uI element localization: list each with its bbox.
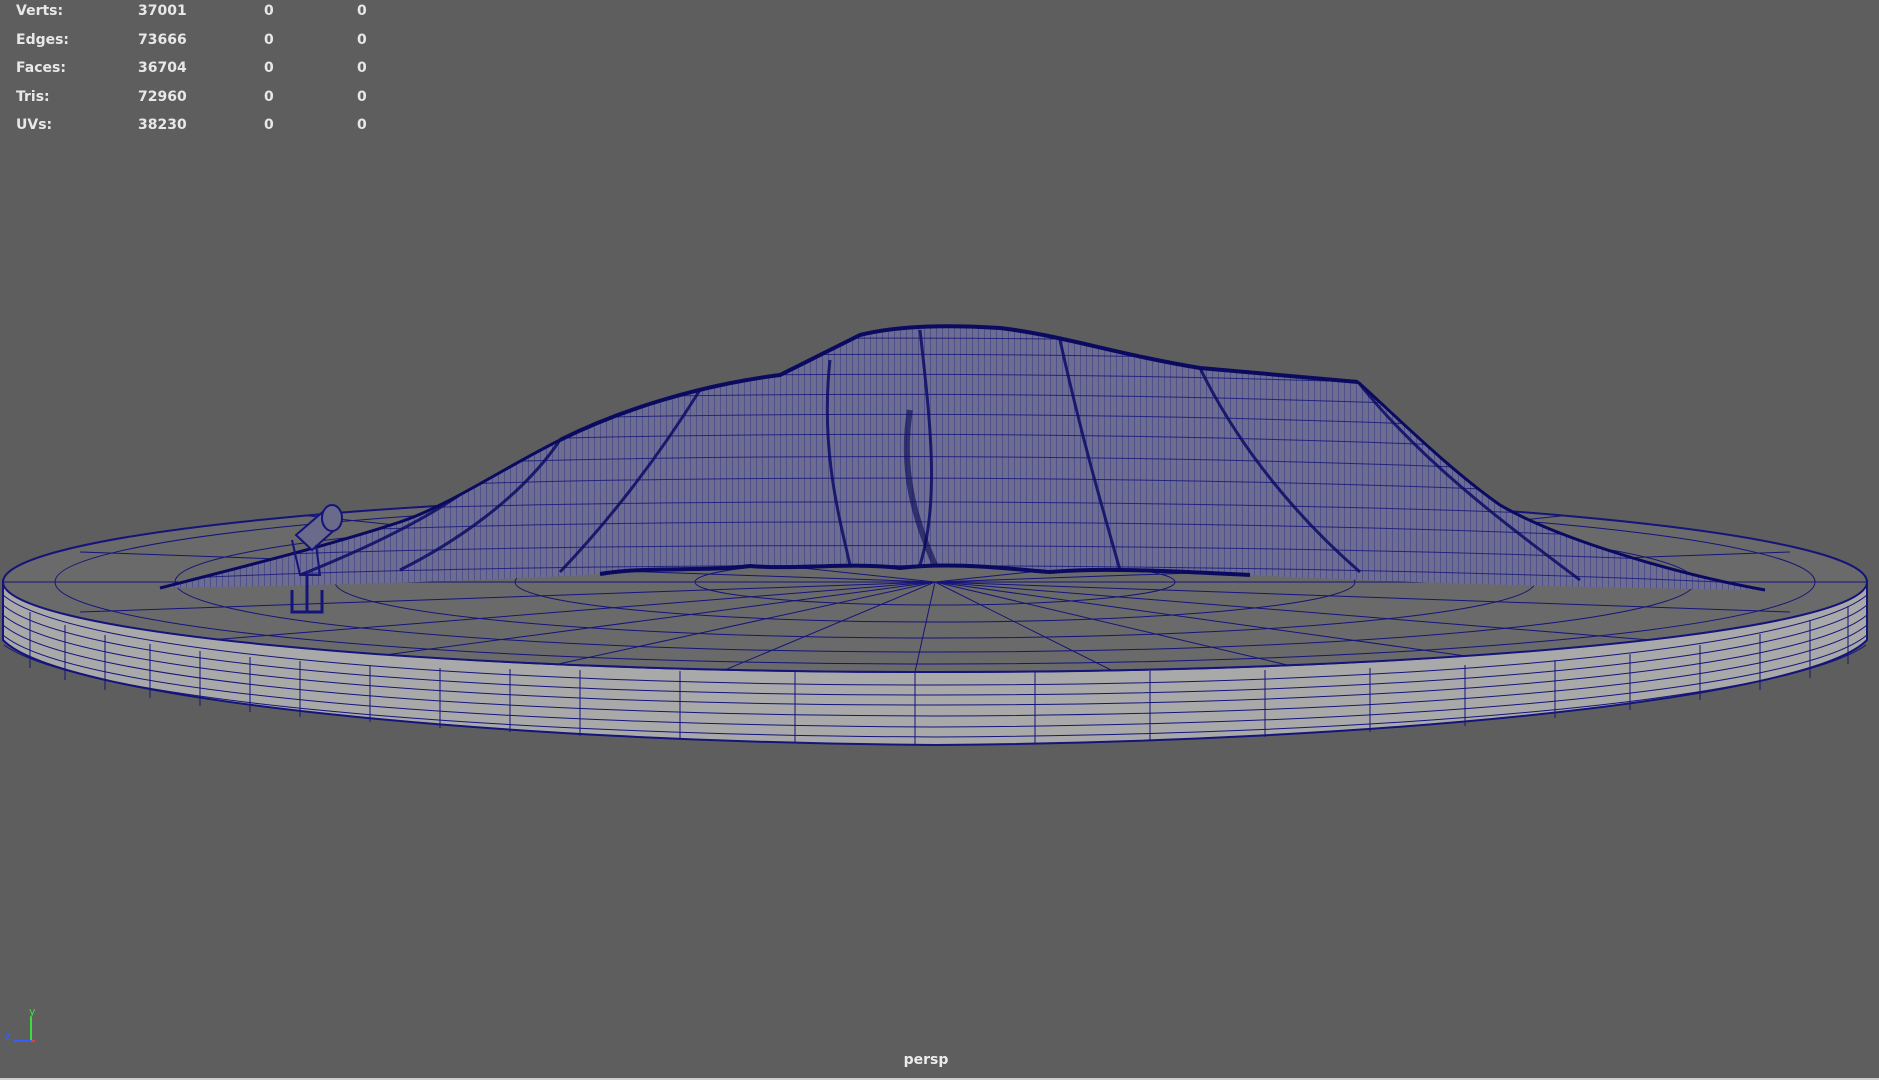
hud-row: Verts: 37001 0 0: [16, 3, 376, 32]
hud-selected-value: 0: [264, 117, 274, 134]
hud-total-value: 36704: [138, 60, 187, 77]
hud-label: Tris:: [16, 88, 50, 105]
poly-count-hud: Verts: 37001 0 0 Edges: 73666 0 0 Faces: 36704 0 0 T…: [16, 3, 376, 146]
hud-total-value: 38230: [138, 117, 187, 134]
hud-selected-alt-value: 0: [357, 3, 367, 19]
hud-row: UVs: 38230 0 0: [16, 117, 376, 146]
hud-label: Edges:: [16, 31, 70, 48]
perspective-viewport[interactable]: Verts: 37001 0 0 Edges: 73666 0 0 Faces: 36704 0 0 T…: [0, 0, 1879, 1080]
y-axis-label: y: [29, 1005, 36, 1018]
hud-selected-alt-value: 0: [357, 117, 367, 134]
hud-label: Faces:: [16, 60, 66, 77]
hud-total-value: 72960: [138, 88, 187, 105]
hud-row: Edges: 73666 0 0: [16, 32, 376, 61]
hud-row: Tris: 72960 0 0: [16, 89, 376, 118]
hud-selected-alt-value: 0: [357, 88, 367, 105]
camera-name-label: persp: [903, 1052, 949, 1068]
hud-selected-value: 0: [264, 60, 274, 77]
hud-selected-alt-value: 0: [357, 31, 367, 48]
hud-selected-value: 0: [264, 3, 274, 19]
axis-gizmo: y z: [5, 1005, 36, 1043]
hud-row: Faces: 36704 0 0: [16, 60, 376, 89]
hud-total-value: 73666: [138, 31, 187, 48]
z-axis-label: z: [5, 1030, 11, 1043]
hud-selected-alt-value: 0: [357, 60, 367, 77]
hud-label: Verts:: [16, 3, 64, 19]
hud-label: UVs:: [16, 117, 53, 134]
hud-selected-value: 0: [264, 31, 274, 48]
cloth-mesh-icon: [159, 324, 1766, 592]
scene-canvas[interactable]: [0, 0, 1879, 1080]
hud-selected-value: 0: [264, 88, 274, 105]
hud-total-value: 37001: [138, 3, 187, 19]
